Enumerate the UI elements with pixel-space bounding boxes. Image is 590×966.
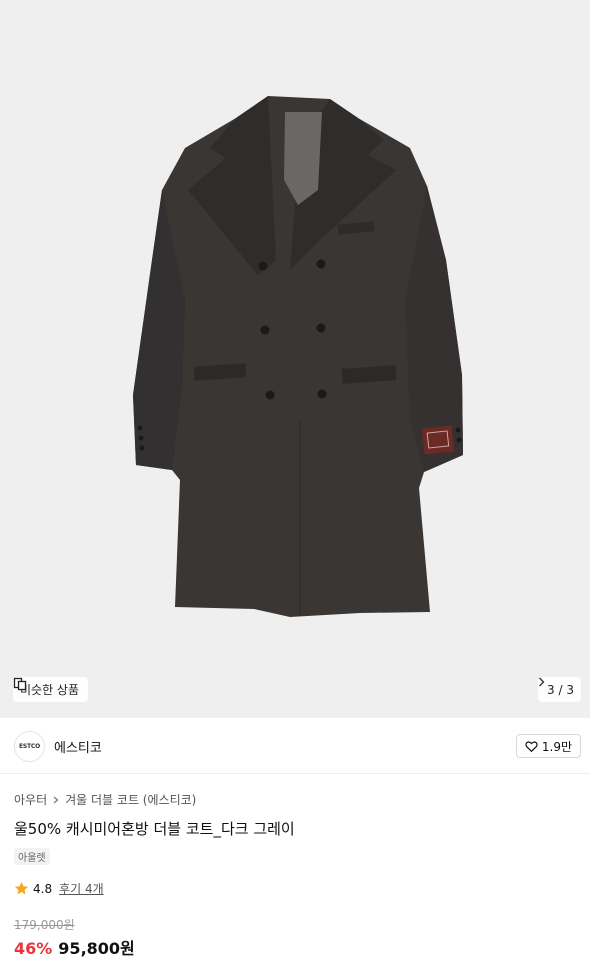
star-icon — [14, 881, 29, 895]
outlet-tag: 아울렛 — [14, 848, 50, 865]
product-image-area[interactable]: 비슷한 상품 3 / 3 — [0, 0, 590, 718]
product-title: 울50% 캐시미어혼방 더블 코트_다크 그레이 — [14, 820, 295, 838]
page-counter-text: 3 / 3 — [547, 682, 574, 697]
original-price: 179,000원 — [14, 918, 75, 932]
breadcrumb-item-subcategory[interactable]: 겨울 더블 코트 (에스티코) — [65, 791, 196, 808]
image-page-counter[interactable]: 3 / 3 — [538, 677, 581, 702]
chevron-right-icon — [539, 677, 545, 687]
price-row: 46% 95,800원 — [14, 935, 135, 959]
coat-image — [133, 96, 463, 617]
discount-rate: 46% — [14, 939, 53, 958]
rating-value: 4.8 — [33, 881, 53, 896]
breadcrumb-item-category[interactable]: 아우터 — [14, 791, 47, 808]
brand-logo-text: ESTCO — [18, 743, 41, 750]
breadcrumb: 아우터 겨울 더블 코트 (에스티코) — [14, 791, 196, 808]
brand-name[interactable]: 에스티코 — [54, 737, 102, 756]
like-button[interactable]: 1.9만 — [515, 734, 581, 758]
similar-products-button[interactable]: 비슷한 상품 — [13, 677, 89, 702]
similar-items-icon — [13, 677, 27, 691]
reviews-link[interactable]: 후기 4개 — [59, 880, 104, 897]
sale-price: 95,800원 — [58, 939, 135, 958]
rating-row: 4.8 후기 4개 — [14, 880, 104, 897]
similar-products-label: 비슷한 상품 — [20, 683, 80, 697]
heart-icon — [525, 740, 538, 752]
brand-row[interactable]: ESTCO 에스티코 1.9만 — [0, 718, 590, 774]
chevron-right-icon — [53, 796, 59, 803]
brand-logo[interactable]: ESTCO — [14, 731, 45, 762]
like-count: 1.9만 — [541, 739, 572, 754]
